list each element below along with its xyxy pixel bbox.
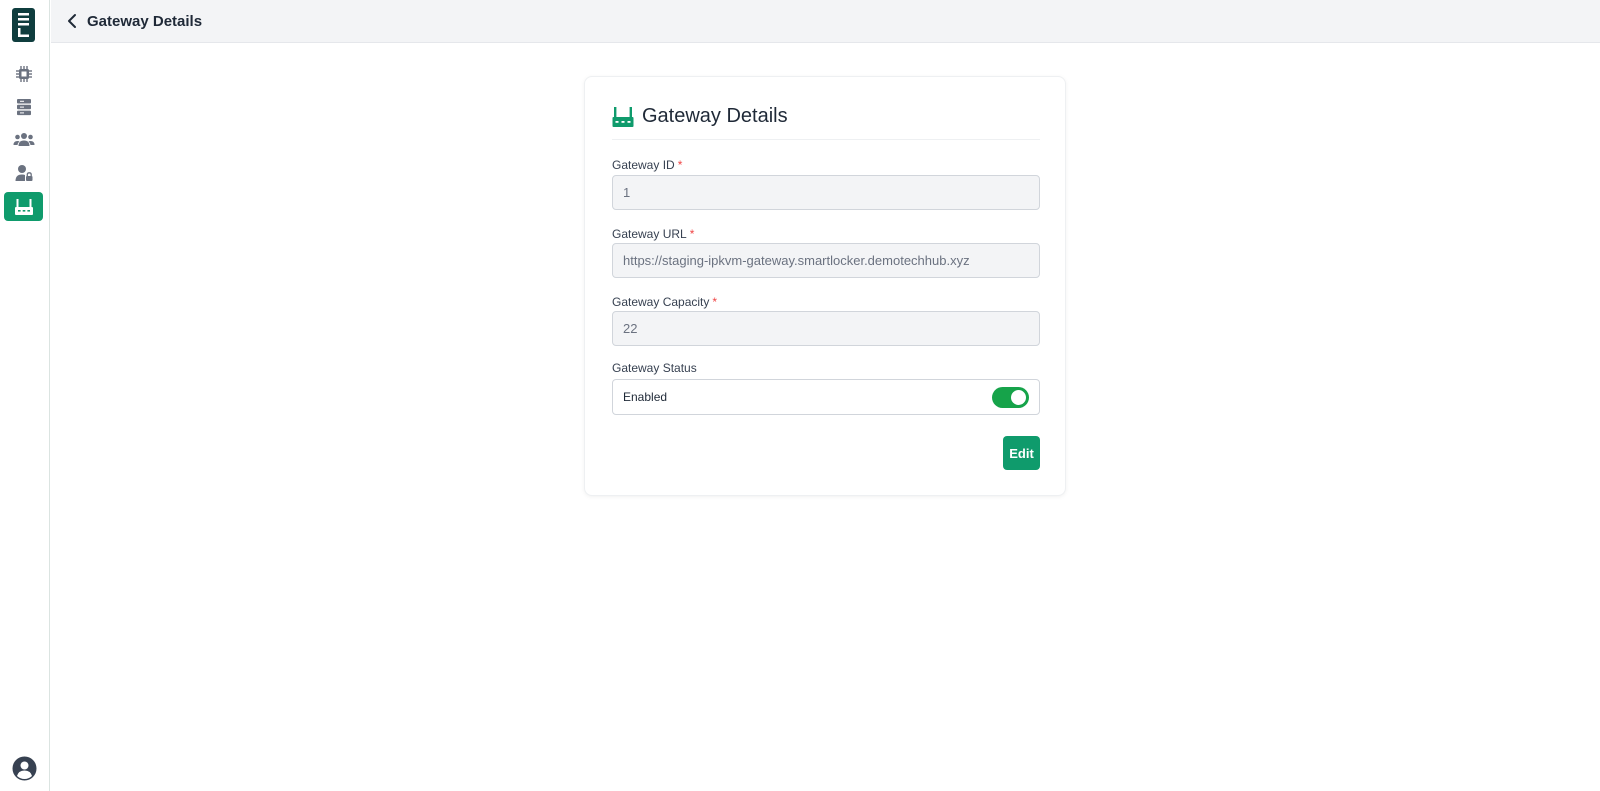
sidebar-item-users[interactable]: [4, 125, 43, 154]
chevron-left-icon: [68, 14, 76, 28]
gateway-url-field[interactable]: [612, 243, 1040, 278]
gateway-id-label-text: Gateway ID: [612, 158, 675, 172]
card-title: Gateway Details: [642, 105, 788, 127]
gateway-details-card: Gateway Details Gateway ID* Gateway URL*…: [584, 76, 1066, 496]
required-marker: *: [677, 158, 683, 172]
gateway-icon: [612, 106, 634, 127]
card-header: Gateway Details: [612, 104, 1040, 140]
top-bar: Gateway Details: [51, 0, 1600, 43]
gateway-capacity-field[interactable]: [612, 311, 1040, 346]
back-button[interactable]: [63, 11, 81, 31]
server-icon: [16, 98, 31, 115]
edit-button[interactable]: Edit: [1003, 436, 1040, 470]
gateway-icon: [14, 198, 33, 215]
gateway-status-field: Enabled: [612, 379, 1040, 415]
user-circle-icon: [12, 756, 37, 781]
sidebar-item-lockers[interactable]: [4, 92, 43, 121]
page-title: Gateway Details: [87, 12, 203, 30]
gateway-capacity-label-text: Gateway Capacity: [612, 295, 710, 309]
logo-mark-icon: [18, 13, 29, 37]
gateway-id-field[interactable]: [612, 175, 1040, 210]
chip-icon: [15, 65, 32, 82]
sidebar: [0, 0, 50, 791]
gateway-status-toggle[interactable]: [992, 386, 1029, 408]
sidebar-item-gateways[interactable]: [4, 192, 43, 221]
gateway-url-label-text: Gateway URL: [612, 227, 687, 241]
gateway-capacity-label: Gateway Capacity *: [612, 295, 717, 309]
required-marker: *: [689, 227, 695, 241]
required-marker: *: [712, 295, 718, 309]
app-logo[interactable]: [12, 8, 35, 42]
gateway-url-label: Gateway URL *: [612, 227, 694, 241]
user-lock-icon: [15, 164, 32, 181]
gateway-status-value: Enabled: [623, 390, 668, 404]
gateway-status-label: Gateway Status: [612, 361, 697, 375]
gateway-id-label: Gateway ID *: [612, 158, 682, 172]
users-icon: [13, 132, 34, 146]
sidebar-item-admins[interactable]: [4, 158, 43, 187]
toggle-knob: [1011, 389, 1026, 405]
sidebar-item-devices[interactable]: [4, 59, 43, 88]
profile-avatar[interactable]: [12, 756, 37, 781]
